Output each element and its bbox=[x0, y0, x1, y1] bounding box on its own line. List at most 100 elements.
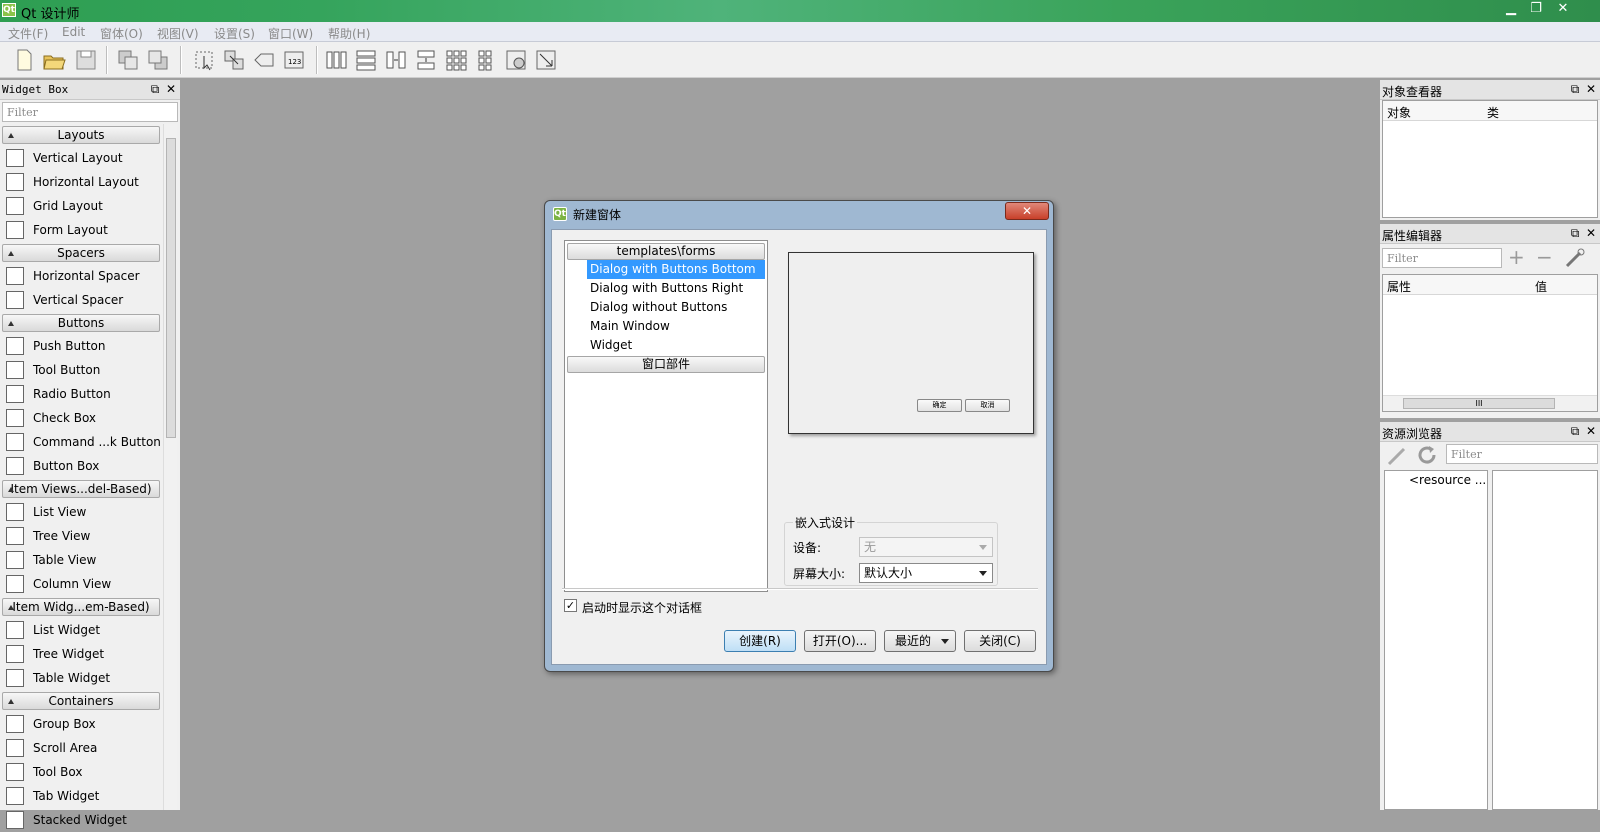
widget-category-header[interactable]: Layouts bbox=[2, 126, 160, 144]
menu-view[interactable]: 视图(V) bbox=[157, 25, 199, 42]
resource-root-item[interactable]: <resource ... bbox=[1409, 473, 1486, 487]
add-property-icon[interactable]: + bbox=[1508, 247, 1525, 267]
widget-item[interactable]: Horizontal Spacer bbox=[0, 264, 162, 288]
reload-icon[interactable] bbox=[1416, 444, 1440, 466]
save-form-icon[interactable] bbox=[74, 48, 98, 72]
widget-filter-input[interactable]: Filter bbox=[2, 102, 178, 122]
float-icon[interactable]: ⧉ bbox=[1568, 226, 1582, 240]
menu-help[interactable]: 帮助(H) bbox=[328, 25, 370, 42]
edit-tab-order-icon[interactable]: 123 bbox=[282, 48, 306, 72]
menu-form[interactable]: 窗体(O) bbox=[100, 25, 143, 42]
widget-item[interactable]: Grid Layout bbox=[0, 194, 162, 218]
close-button[interactable]: 关闭(C) bbox=[964, 630, 1036, 652]
configure-icon[interactable] bbox=[1564, 248, 1586, 268]
widget-item[interactable]: List View bbox=[0, 500, 162, 524]
widget-item[interactable]: Tool Button bbox=[0, 358, 162, 382]
layout-form-icon[interactable] bbox=[474, 48, 498, 72]
template-item[interactable]: Main Window bbox=[587, 317, 670, 336]
close-icon[interactable]: ✕ bbox=[1584, 82, 1598, 96]
bring-to-front-icon[interactable] bbox=[146, 48, 170, 72]
float-icon[interactable]: ⧉ bbox=[148, 82, 162, 96]
widget-item[interactable]: Tree View bbox=[0, 524, 162, 548]
resource-filter-input[interactable]: Filter bbox=[1446, 444, 1598, 464]
remove-property-icon[interactable]: − bbox=[1536, 247, 1553, 267]
col-value-header[interactable]: 值 bbox=[1535, 278, 1547, 295]
widget-item[interactable]: Button Box bbox=[0, 454, 162, 478]
float-icon[interactable]: ⧉ bbox=[1568, 82, 1582, 96]
layout-grid-icon[interactable] bbox=[444, 48, 468, 72]
layout-horizontal-splitter-icon[interactable] bbox=[384, 48, 408, 72]
template-item[interactable]: Dialog without Buttons bbox=[587, 298, 727, 317]
widget-item[interactable]: Table View bbox=[0, 548, 162, 572]
widget-item[interactable]: Column View bbox=[0, 572, 162, 596]
layout-vertical-icon[interactable] bbox=[354, 48, 378, 72]
edit-buddies-icon[interactable] bbox=[252, 48, 276, 72]
widget-item[interactable]: Tool Box bbox=[0, 760, 162, 784]
menu-settings[interactable]: 设置(S) bbox=[214, 25, 255, 42]
adjust-size-icon[interactable] bbox=[534, 48, 558, 72]
widget-item[interactable]: Tab Widget bbox=[0, 784, 162, 808]
menu-file[interactable]: 文件(F) bbox=[8, 25, 48, 42]
tree-category-templates[interactable]: templates\forms bbox=[567, 243, 765, 260]
widget-item[interactable]: Scroll Area bbox=[0, 736, 162, 760]
widget-item[interactable]: Vertical Layout bbox=[0, 146, 162, 170]
template-item[interactable]: Dialog with Buttons Right bbox=[587, 279, 743, 298]
recent-button[interactable]: 最近的 bbox=[884, 630, 956, 652]
col-property-header[interactable]: 属性 bbox=[1387, 278, 1411, 295]
template-tree[interactable]: templates\forms Dialog with Buttons Bott… bbox=[564, 240, 768, 592]
send-to-back-icon[interactable] bbox=[116, 48, 140, 72]
widget-category-header[interactable]: Item Widg...em-Based) bbox=[2, 598, 160, 616]
device-combo[interactable]: 无 bbox=[859, 537, 993, 557]
widget-item[interactable]: Push Button bbox=[0, 334, 162, 358]
property-hscrollbar[interactable]: III bbox=[1383, 395, 1597, 411]
layout-vertical-splitter-icon[interactable] bbox=[414, 48, 438, 72]
edit-signals-slots-icon[interactable] bbox=[222, 48, 246, 72]
show-on-startup-checkbox[interactable]: ✓ bbox=[564, 599, 577, 612]
minimize-icon[interactable]: ▁ bbox=[1500, 1, 1522, 18]
open-form-icon[interactable] bbox=[42, 48, 66, 72]
widget-category-header[interactable]: Buttons bbox=[2, 314, 160, 332]
break-layout-icon[interactable] bbox=[504, 48, 528, 72]
col-class-header[interactable]: 类 bbox=[1487, 104, 1499, 121]
edit-widgets-icon[interactable] bbox=[192, 48, 216, 72]
layout-horizontal-icon[interactable] bbox=[324, 48, 348, 72]
menu-edit[interactable]: Edit bbox=[62, 25, 85, 39]
widget-box-scrollbar[interactable] bbox=[163, 124, 177, 810]
close-icon[interactable]: ✕ bbox=[1584, 424, 1598, 438]
screen-size-combo[interactable]: 默认大小 bbox=[859, 563, 993, 583]
widget-item[interactable]: Check Box bbox=[0, 406, 162, 430]
widget-item[interactable]: Vertical Spacer bbox=[0, 288, 162, 312]
close-icon[interactable]: ✕ bbox=[1552, 1, 1574, 18]
menu-window[interactable]: 窗口(W) bbox=[268, 25, 313, 42]
float-icon[interactable]: ⧉ bbox=[1568, 424, 1582, 438]
widget-category-header[interactable]: Item Views...del-Based) bbox=[2, 480, 160, 498]
template-item-selected[interactable]: Dialog with Buttons Bottom bbox=[587, 260, 765, 279]
restore-icon[interactable]: ❐ bbox=[1525, 1, 1547, 18]
close-icon[interactable]: ✕ bbox=[1584, 226, 1598, 240]
property-filter-input[interactable]: Filter bbox=[1382, 248, 1502, 268]
widget-item[interactable]: Tree Widget bbox=[0, 642, 162, 666]
close-icon[interactable]: ✕ bbox=[164, 82, 178, 96]
resource-file-list[interactable] bbox=[1492, 470, 1598, 810]
template-item[interactable]: Widget bbox=[587, 336, 632, 355]
property-table[interactable]: 属性 值 III bbox=[1382, 274, 1598, 412]
widget-item[interactable]: List Widget bbox=[0, 618, 162, 642]
widget-category-header[interactable]: Containers bbox=[2, 692, 160, 710]
tree-category-widgets[interactable]: 窗口部件 bbox=[567, 356, 765, 373]
dialog-close-button[interactable]: ✕ bbox=[1005, 202, 1049, 220]
widget-item[interactable]: Table Widget bbox=[0, 666, 162, 690]
object-tree[interactable]: 对象 类 bbox=[1382, 100, 1598, 218]
widget-item[interactable]: Horizontal Layout bbox=[0, 170, 162, 194]
widget-item[interactable]: Stacked Widget bbox=[0, 808, 162, 832]
widget-item[interactable]: Command ...k Button bbox=[0, 430, 162, 454]
widget-item[interactable]: Form Layout bbox=[0, 218, 162, 242]
widget-item[interactable]: Group Box bbox=[0, 712, 162, 736]
widget-item[interactable]: Radio Button bbox=[0, 382, 162, 406]
edit-resources-icon[interactable] bbox=[1386, 444, 1410, 466]
create-button[interactable]: 创建(R) bbox=[724, 630, 796, 652]
new-form-icon[interactable] bbox=[12, 48, 36, 72]
open-button[interactable]: 打开(O)... bbox=[804, 630, 876, 652]
widget-category-header[interactable]: Spacers bbox=[2, 244, 160, 262]
resource-tree[interactable]: <resource ... bbox=[1384, 470, 1488, 810]
col-object-header[interactable]: 对象 bbox=[1387, 104, 1411, 121]
